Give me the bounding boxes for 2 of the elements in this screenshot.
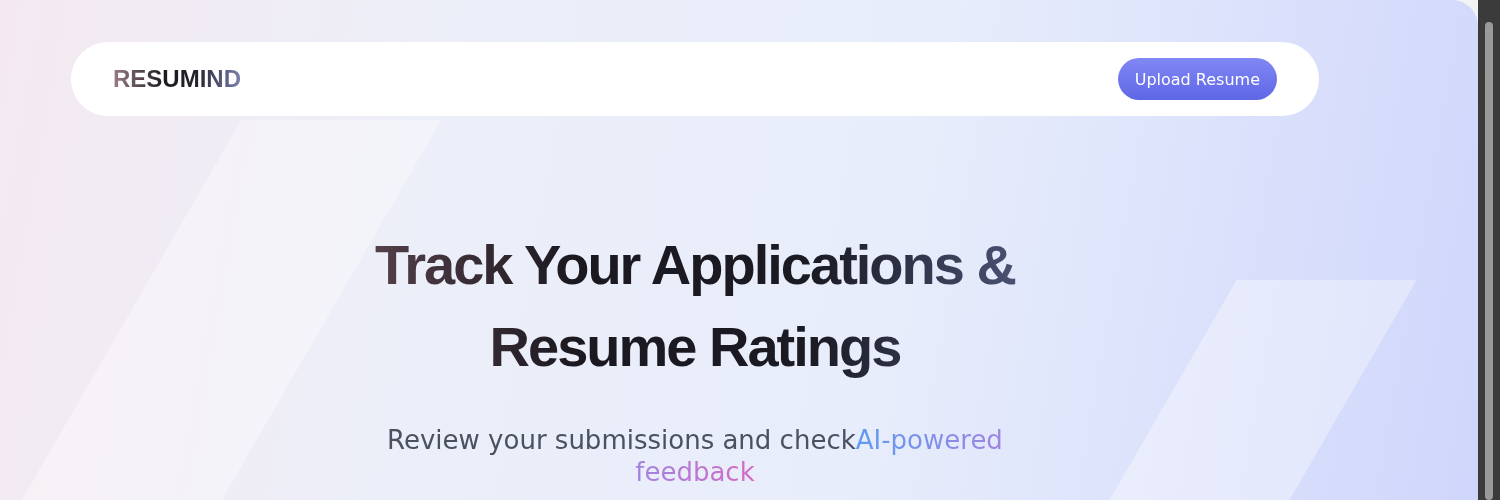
scrollbar[interactable] [1478, 0, 1500, 500]
upload-resume-button[interactable]: Upload Resume [1117, 58, 1277, 100]
